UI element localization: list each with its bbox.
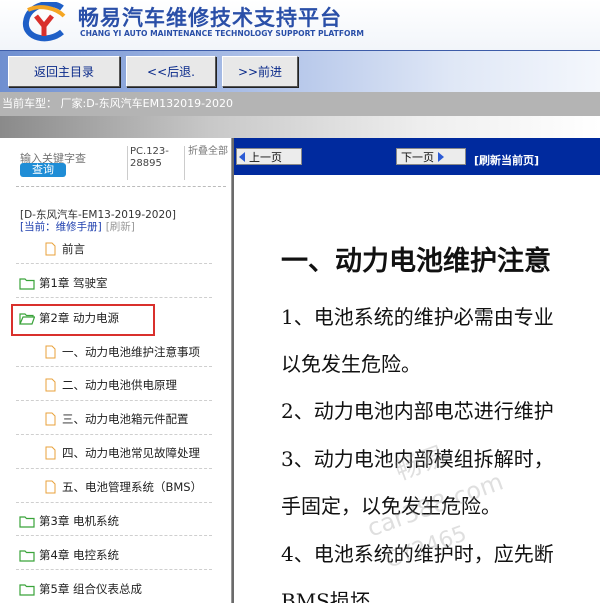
divider bbox=[16, 186, 226, 187]
tree-item-section-4[interactable]: 四、动力电池常见故障处理 bbox=[42, 443, 200, 463]
document-view: 一、动力电池维护注意 1、电池系统的维护必需由专业 以免发生危险。 2、动力电池… bbox=[234, 175, 600, 603]
file-icon bbox=[45, 446, 56, 460]
tree-separator bbox=[16, 297, 212, 298]
arrow-left-icon bbox=[239, 151, 245, 162]
tree-item-label: 五、电池管理系统（BMS） bbox=[62, 480, 203, 494]
tree-item-label: 二、动力电池供电原理 bbox=[62, 378, 177, 392]
tree-item-label: 第3章 电机系统 bbox=[39, 514, 119, 528]
tree-item-label: 第5章 组合仪表总成 bbox=[39, 582, 142, 596]
tree-item-label: 四、动力电池常见故障处理 bbox=[62, 446, 200, 460]
main-toolbar: 返回主目录 <<后退. >>前进 bbox=[0, 50, 600, 92]
folder-icon bbox=[19, 584, 35, 596]
next-page-button[interactable]: 下一页 bbox=[396, 148, 466, 165]
search-button[interactable]: 查询 bbox=[20, 163, 66, 177]
tree-separator bbox=[16, 366, 212, 367]
file-icon bbox=[45, 345, 56, 359]
prev-page-label: 上一页 bbox=[249, 150, 282, 164]
divider bbox=[127, 146, 128, 180]
tree-item-label: 三、动力电池箱元件配置 bbox=[62, 412, 189, 426]
file-icon bbox=[45, 412, 56, 426]
divider bbox=[184, 146, 185, 180]
tree-item-section-5[interactable]: 五、电池管理系统（BMS） bbox=[42, 477, 202, 497]
prev-page-button[interactable]: 上一页 bbox=[236, 148, 302, 165]
file-icon bbox=[45, 242, 56, 256]
tree-separator bbox=[16, 263, 212, 264]
folder-icon bbox=[19, 550, 35, 562]
pc-code: PC.123-28895 bbox=[130, 146, 169, 169]
current-manual-label: [当前：维修手册] bbox=[20, 221, 102, 233]
tree-separator bbox=[16, 569, 212, 570]
page-nav-bar: 上一页 下一页 [刷新当前页] bbox=[234, 138, 600, 175]
back-button[interactable]: <<后退. bbox=[126, 56, 216, 87]
current-manual-line: [当前：维修手册] [刷新] bbox=[20, 219, 135, 234]
tree-item-label: 前言 bbox=[62, 242, 85, 256]
document-line: 以免发生危险。 bbox=[281, 352, 421, 376]
document-title: 一、动力电池维护注意 bbox=[281, 246, 551, 277]
cy-logo-icon bbox=[23, 2, 66, 42]
tree-separator bbox=[16, 535, 212, 536]
tree-separator bbox=[16, 434, 212, 435]
arrow-right-icon bbox=[438, 151, 444, 162]
document-line: 1、电池系统的维护必需由专业 bbox=[281, 305, 554, 329]
tree-item-preface[interactable]: 前言 bbox=[42, 239, 85, 259]
document-line: BMS损坏。 bbox=[281, 589, 390, 603]
home-button[interactable]: 返回主目录 bbox=[8, 56, 120, 87]
app-header: 畅易汽车维修技术支持平台 CHANG YI AUTO MAINTENANCE T… bbox=[0, 0, 600, 50]
gradient-separator bbox=[0, 116, 600, 138]
file-icon bbox=[45, 378, 56, 392]
current-vehicle-bar: 当前车型： 厂家:D-东风汽车EM132019-2020 bbox=[0, 92, 600, 116]
tree-item-section-3[interactable]: 三、动力电池箱元件配置 bbox=[42, 409, 189, 429]
forward-button[interactable]: >>前进 bbox=[222, 56, 298, 87]
tree-separator bbox=[16, 502, 212, 503]
tree-item-label: 一、动力电池维护注意事项 bbox=[62, 345, 200, 359]
tree-item-chapter-5[interactable]: 第5章 组合仪表总成 bbox=[19, 579, 142, 599]
selection-highlight bbox=[11, 304, 155, 336]
document-line: 2、动力电池内部电芯进行维护 bbox=[281, 399, 554, 423]
sidebar: 查询 PC.123-28895 折叠全部 [D-东风汽车-EM13-2019-2… bbox=[0, 138, 232, 603]
tree-item-label: 第1章 驾驶室 bbox=[39, 276, 108, 290]
refresh-tree-link[interactable]: [刷新] bbox=[106, 221, 135, 233]
tree-item-chapter-1[interactable]: 第1章 驾驶室 bbox=[19, 273, 107, 293]
tree-item-section-2[interactable]: 二、动力电池供电原理 bbox=[42, 375, 177, 395]
next-page-label: 下一页 bbox=[401, 150, 434, 164]
brand-subtitle: CHANG YI AUTO MAINTENANCE TECHNOLOGY SUP… bbox=[80, 29, 364, 38]
folder-icon bbox=[19, 278, 35, 290]
folder-icon bbox=[19, 516, 35, 528]
tree-item-section-1[interactable]: 一、动力电池维护注意事项 bbox=[42, 342, 200, 362]
tree-separator bbox=[16, 400, 212, 401]
tree-separator bbox=[16, 468, 212, 469]
collapse-all-link[interactable]: 折叠全部 bbox=[188, 146, 228, 158]
brand-title: 畅易汽车维修技术支持平台 bbox=[78, 6, 342, 30]
tree-item-chapter-4[interactable]: 第4章 电控系统 bbox=[19, 545, 119, 565]
refresh-page-link[interactable]: [刷新当前页] bbox=[474, 152, 539, 168]
file-icon bbox=[45, 480, 56, 494]
tree-item-chapter-3[interactable]: 第3章 电机系统 bbox=[19, 511, 119, 531]
tree-item-label: 第4章 电控系统 bbox=[39, 548, 119, 562]
